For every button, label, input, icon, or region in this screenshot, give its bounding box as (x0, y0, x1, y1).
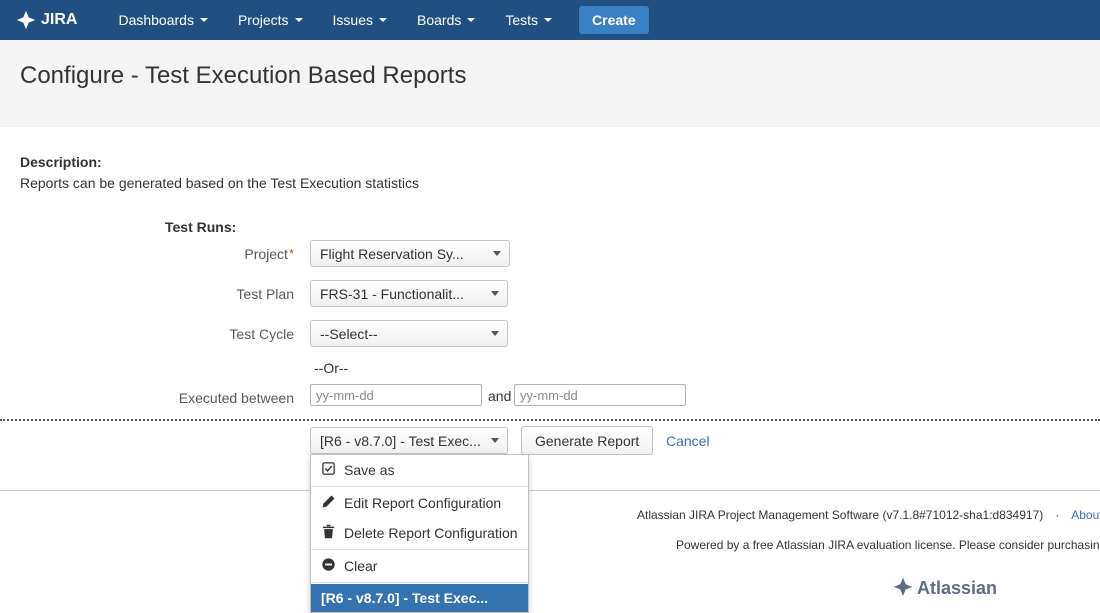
menu-item-clear[interactable]: Clear (311, 551, 528, 581)
create-button[interactable]: Create (579, 6, 649, 34)
nav-menu: Dashboards Projects Issues Boards Tests (103, 0, 567, 40)
description-label: Description: (20, 154, 102, 170)
trash-icon (321, 524, 336, 542)
nav-item-tests[interactable]: Tests (490, 0, 567, 40)
executed-between-field-label: Executed between (0, 390, 294, 406)
atlassian-logo[interactable]: Atlassian (893, 576, 997, 601)
test-plan-field-label: Test Plan (0, 286, 294, 302)
footer-version-text: Atlassian JIRA Project Management Softwa… (637, 508, 1043, 522)
nav-item-projects[interactable]: Projects (223, 0, 318, 40)
footer-version-line: Atlassian JIRA Project Management Softwa… (637, 508, 1100, 522)
atlassian-logo-icon (893, 576, 913, 601)
menu-separator (311, 486, 528, 487)
caret-down-icon (491, 438, 499, 443)
caret-down-icon (467, 18, 475, 22)
dotted-separator (0, 419, 1100, 421)
required-marker: * (289, 246, 294, 261)
menu-item-saved-report-r6[interactable]: [R6 - v8.7.0] - Test Exec... (311, 584, 528, 612)
about-link[interactable]: About (1071, 508, 1100, 522)
generate-report-button[interactable]: Generate Report (521, 426, 653, 455)
jira-logo[interactable]: JIRA (16, 10, 77, 30)
caret-down-icon (491, 331, 499, 336)
save-as-icon (321, 461, 336, 479)
caret-down-icon (200, 18, 208, 22)
menu-separator (311, 549, 528, 550)
project-field-label: Project* (0, 246, 294, 262)
caret-down-icon (491, 291, 499, 296)
and-label: and (488, 388, 511, 404)
page-header: Configure - Test Execution Based Reports (0, 40, 1100, 127)
jira-brand-label: JIRA (41, 11, 77, 29)
or-label: --Or-- (314, 360, 348, 376)
menu-item-save-as[interactable]: Save as (311, 455, 528, 485)
menu-separator (311, 582, 528, 583)
project-select[interactable]: Flight Reservation Sy... (310, 240, 510, 267)
saved-report-select[interactable]: [R6 - v8.7.0] - Test Exec... (310, 427, 508, 454)
caret-down-icon (544, 18, 552, 22)
menu-item-delete-report-configuration[interactable]: Delete Report Configuration (311, 518, 528, 548)
footer-divider (0, 490, 1100, 491)
caret-down-icon (295, 18, 303, 22)
test-plan-select[interactable]: FRS-31 - Functionalit... (310, 280, 508, 307)
test-runs-section-label: Test Runs: (165, 219, 236, 235)
test-cycle-select[interactable]: --Select-- (310, 320, 508, 347)
nav-item-dashboards[interactable]: Dashboards (103, 0, 223, 40)
executed-to-date-input[interactable] (514, 384, 686, 406)
caret-down-icon (379, 18, 387, 22)
nav-item-boards[interactable]: Boards (402, 0, 490, 40)
executed-from-date-input[interactable] (310, 384, 482, 406)
footer-license-line: Powered by a free Atlassian JIRA evaluat… (676, 538, 1100, 552)
report-options-menu: Save as Edit Report Configuration Delete… (310, 454, 529, 613)
page-title: Configure - Test Execution Based Reports (20, 62, 466, 90)
menu-item-edit-report-configuration[interactable]: Edit Report Configuration (311, 488, 528, 518)
footer-dot-separator: · (1055, 508, 1059, 522)
description-text: Reports can be generated based on the Te… (20, 175, 419, 191)
top-nav: JIRA Dashboards Projects Issues Boards T… (0, 0, 1100, 40)
test-cycle-field-label: Test Cycle (0, 326, 294, 342)
nav-item-issues[interactable]: Issues (318, 0, 402, 40)
caret-down-icon (493, 251, 501, 256)
clear-minus-icon (321, 557, 336, 575)
atlassian-brand-label: Atlassian (917, 578, 997, 599)
edit-pencil-icon (321, 494, 336, 512)
cancel-link[interactable]: Cancel (666, 433, 710, 449)
jira-logo-icon (16, 10, 36, 30)
